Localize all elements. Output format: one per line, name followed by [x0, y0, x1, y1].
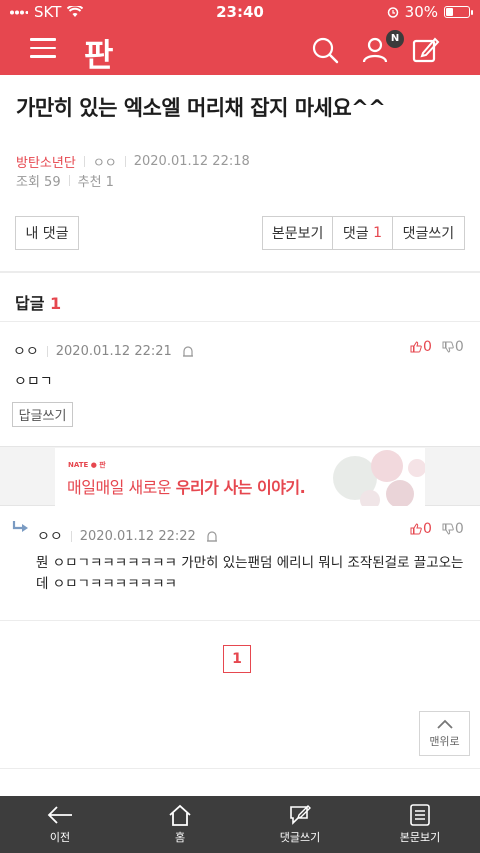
post-stats: 조회 59 추천 1	[16, 171, 114, 190]
comment-date: 2020.01.12 22:22	[79, 528, 196, 544]
ad-banner[interactable]: NATE ● 판 매일매일 새로운 우리가 사는 이야기.	[55, 448, 425, 506]
upvote-count: 0	[423, 339, 432, 355]
section-divider	[0, 768, 480, 769]
replies-label: 답글	[15, 294, 45, 313]
battery-fill	[446, 8, 453, 16]
report-icon[interactable]	[206, 530, 218, 542]
report-icon[interactable]	[182, 345, 194, 357]
divider	[68, 175, 70, 186]
nav-home[interactable]: 홈	[120, 796, 240, 853]
carrier-label: SKT	[34, 3, 62, 21]
page-number-current[interactable]: 1	[223, 645, 251, 673]
post-action-group: 본문보기 댓글 1 댓글쓰기	[262, 216, 465, 250]
home-icon	[169, 804, 191, 826]
comment-author: ㅇㅇ	[37, 529, 63, 545]
comment-votes: 0 0	[410, 339, 464, 355]
wifi-icon	[67, 6, 84, 17]
write-comment-button[interactable]: 댓글쓰기	[393, 217, 464, 249]
downvote-button[interactable]: 0	[442, 339, 464, 355]
comment-text-line: 뭔 ㅇㅁㄱㅋㅋㅋㅋㅋㅋㅋ 가만히 있는팬덤 에리니 뭐니 조작된걸로 끌고오는	[36, 555, 464, 571]
balloons-image	[333, 450, 425, 506]
alarm-icon	[387, 7, 398, 18]
divider	[83, 156, 85, 167]
nav-write-comment[interactable]: 댓글쓰기	[240, 796, 360, 853]
search-icon[interactable]	[310, 35, 340, 65]
ad-section: NATE ● 판 매일매일 새로운 우리가 사는 이야기.	[0, 446, 480, 506]
comment-date: 2020.01.12 22:21	[55, 343, 172, 359]
status-bar: SKT 23:40 30%	[0, 0, 480, 24]
section-divider	[0, 321, 480, 322]
comments-label: 댓글	[342, 226, 369, 242]
nav-label: 본문보기	[399, 831, 441, 844]
post-meta: 방탄소년단 ㅇㅇ 2020.01.12 22:18	[16, 152, 250, 171]
comment-author: ㅇㅇ	[13, 344, 39, 360]
view-post-button[interactable]: 본문보기	[263, 217, 334, 249]
reply-arrow-icon	[12, 521, 28, 532]
pann-logo[interactable]: 판	[84, 30, 113, 76]
thumbs-down-icon	[442, 523, 454, 535]
upvote-button[interactable]: 0	[410, 521, 432, 537]
nav-label: 이전	[49, 831, 71, 844]
post-date: 2020.01.12 22:18	[133, 154, 250, 169]
comment-text: ㅇㅁㄱ	[14, 374, 53, 390]
hamburger-menu-icon[interactable]	[30, 38, 56, 60]
post-author: ㅇㅇ	[92, 156, 117, 171]
downvote-count: 0	[454, 521, 464, 537]
comment-text: 뭔 ㅇㅁㄱㅋㅋㅋㅋㅋㅋㅋ 가만히 있는팬덤 에리니 뭐니 조작된걸로 끌고오는 …	[36, 553, 466, 595]
post-category[interactable]: 방탄소년단	[16, 152, 76, 171]
replies-count: 1	[50, 294, 62, 313]
status-left: SKT	[10, 3, 170, 21]
my-comments-button[interactable]: 내 댓글	[15, 216, 79, 250]
write-comment-icon	[290, 805, 311, 825]
battery-percent: 30%	[404, 3, 438, 21]
downvote-button[interactable]: 0	[442, 521, 464, 537]
divider	[70, 530, 72, 542]
comment-meta: ㅇㅇ 2020.01.12 22:21	[13, 341, 194, 361]
nav-back[interactable]: 이전	[0, 796, 120, 853]
comments-count: 1	[373, 225, 383, 241]
battery-icon	[444, 6, 473, 18]
comment-text-line: 데 ㅇㅁㄱㅋㅋㅋㅋㅋㅋㅋ	[36, 576, 177, 592]
app-header: 판 N	[0, 24, 480, 75]
comments-button[interactable]: 댓글 1	[333, 217, 393, 249]
nav-label: 댓글쓰기	[279, 831, 321, 844]
write-post-icon[interactable]	[411, 35, 441, 65]
recommend-count: 추천 1	[77, 175, 114, 190]
scroll-to-top-button[interactable]: 맨위로	[419, 711, 470, 756]
section-divider	[0, 271, 480, 273]
divider	[46, 345, 48, 357]
clock: 23:40	[216, 3, 264, 21]
ad-copy-plain: 매일매일 새로운	[67, 478, 172, 497]
ad-copy-bold: 우리가 사는 이야기.	[175, 478, 306, 497]
comment-votes: 0 0	[410, 521, 464, 537]
nav-label: 홈	[174, 831, 186, 844]
back-arrow-icon	[47, 806, 72, 824]
replies-header: 답글 1	[15, 290, 61, 314]
ad-copy: 매일매일 새로운 우리가 사는 이야기.	[67, 474, 306, 498]
notification-badge[interactable]: N	[386, 30, 404, 48]
thumbs-up-icon	[410, 523, 422, 535]
downvote-count: 0	[454, 339, 464, 355]
comment-meta: ㅇㅇ 2020.01.12 22:22	[37, 526, 218, 546]
divider	[124, 156, 126, 167]
thumbs-up-icon	[410, 341, 422, 353]
chevron-up-icon	[436, 719, 453, 729]
upvote-button[interactable]: 0	[410, 339, 432, 355]
section-divider	[0, 620, 480, 621]
thumbs-down-icon	[442, 341, 454, 353]
bottom-nav: 이전 홈 댓글쓰기 본문보기	[0, 796, 480, 853]
document-icon	[410, 804, 430, 826]
to-top-label: 맨위로	[429, 734, 460, 748]
post-title: 가만히 있는 엑소엘 머리채 잡지 마세요^^	[16, 96, 386, 120]
nav-view-post[interactable]: 본문보기	[360, 796, 480, 853]
view-count: 조회 59	[16, 175, 61, 190]
ad-brand: NATE ● 판	[68, 461, 106, 469]
status-right: 30%	[310, 3, 473, 21]
upvote-count: 0	[423, 521, 432, 537]
signal-icon	[10, 10, 28, 14]
write-reply-button[interactable]: 답글쓰기	[12, 402, 73, 427]
